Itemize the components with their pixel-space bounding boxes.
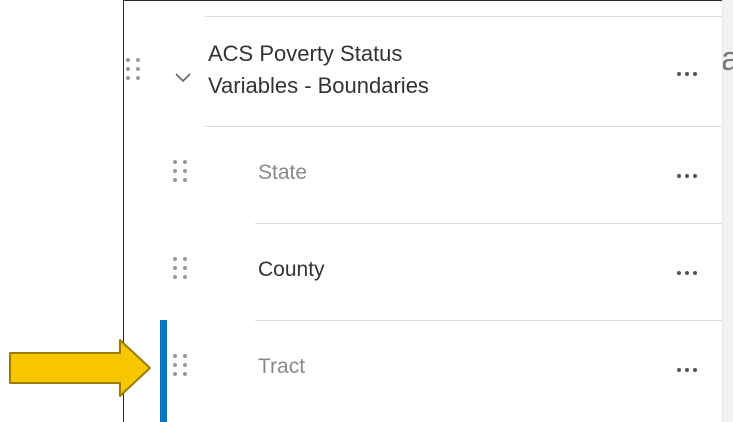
drag-handle-icon[interactable] [126, 58, 146, 86]
divider-top [205, 16, 722, 17]
chevron-down-icon[interactable] [174, 70, 192, 84]
divider-county [255, 320, 722, 321]
map-label-fragment: a [723, 40, 733, 79]
group-title-line2: Variables - Boundaries [208, 73, 429, 98]
arrow-right-icon [9, 339, 151, 397]
layer-label-state: State [258, 161, 308, 184]
layer-label-county: County [258, 258, 325, 281]
divider-state [255, 223, 722, 224]
group-title-line1: ACS Poverty Status [208, 41, 403, 66]
more-options-icon[interactable] [673, 60, 709, 88]
drag-handle-icon[interactable] [173, 160, 193, 188]
selected-layer-indicator [160, 320, 167, 422]
layer-label-tract: Tract [258, 355, 306, 378]
more-options-icon[interactable] [673, 162, 709, 190]
drag-handle-icon[interactable] [173, 354, 193, 382]
drag-handle-icon[interactable] [173, 257, 193, 285]
group-layer-title: ACS Poverty Status Variables - Boundarie… [208, 38, 429, 102]
divider-group [205, 126, 722, 127]
more-options-icon[interactable] [673, 259, 709, 287]
more-options-icon[interactable] [673, 356, 709, 384]
map-view-edge[interactable]: a [722, 0, 733, 422]
